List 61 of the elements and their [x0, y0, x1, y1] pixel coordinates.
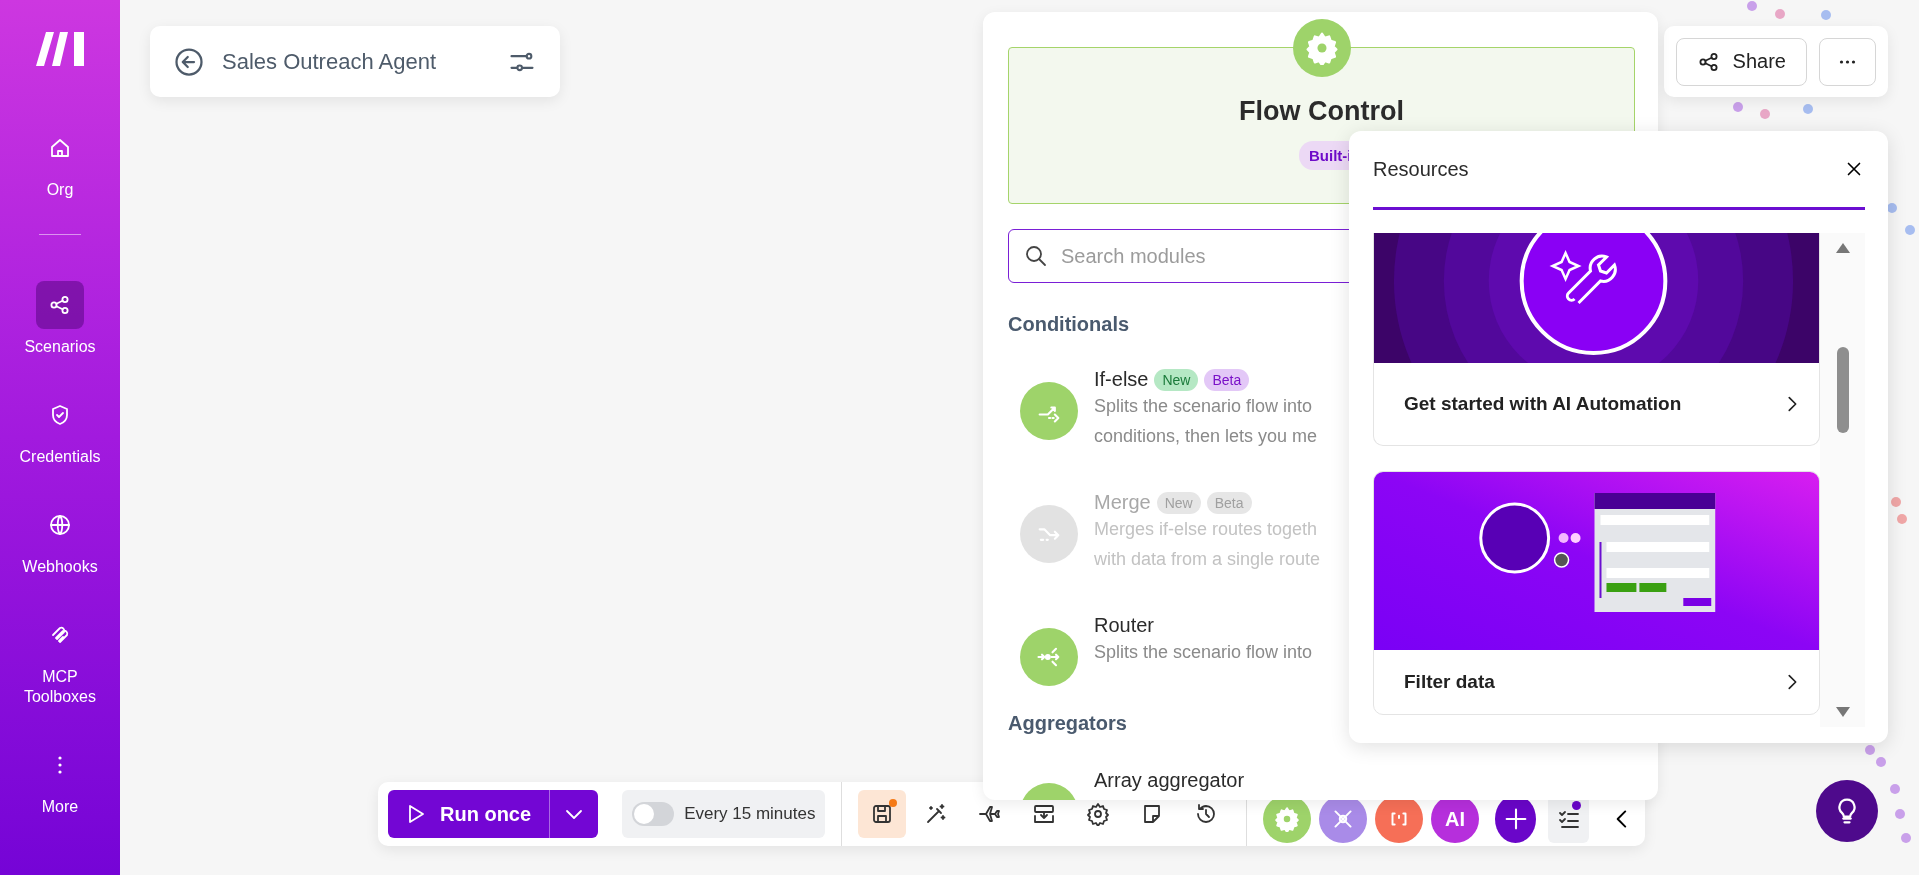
module-name[interactable]: If-else	[1094, 368, 1149, 391]
scroll-down-icon[interactable]	[1835, 707, 1850, 717]
sidebar-item[interactable]: MCP Toolboxes	[5, 611, 115, 707]
section-heading: Aggregators	[1008, 712, 1128, 735]
sidebar-item[interactable]: Webhooks	[5, 501, 115, 577]
module-description: Merges if-else routes togeth with data from a single route	[1094, 518, 1321, 571]
gear-icon	[1274, 806, 1301, 832]
connection-dot	[1775, 9, 1785, 19]
module-description: Splits the scenario flow into	[1094, 641, 1313, 664]
connection-dot	[1821, 10, 1831, 20]
notification-dot	[1572, 801, 1581, 810]
tag-badge: New	[1156, 491, 1201, 514]
settings-icon	[1086, 802, 1111, 826]
scrollbar-thumb[interactable]	[1836, 347, 1849, 433]
scenario-title: Sales Outreach Agent	[222, 48, 438, 75]
connection-dot	[1890, 784, 1900, 794]
card-title: Filter data	[1404, 671, 1495, 693]
resource-card[interactable]: Get started with AI Automation	[1373, 233, 1820, 446]
schedule-toggle[interactable]	[632, 802, 675, 826]
back-button[interactable]	[174, 46, 204, 77]
connection-dot	[1891, 497, 1901, 507]
connection-dot	[1876, 757, 1886, 767]
tag-badge: New	[1154, 368, 1199, 391]
connection-dot	[1897, 514, 1907, 524]
tag-badge: Beta	[1206, 491, 1252, 514]
logo-icon[interactable]	[36, 32, 84, 66]
search-icon	[1024, 244, 1048, 268]
connection-dot	[1803, 104, 1813, 114]
module-name[interactable]: Array aggregator	[1094, 769, 1245, 792]
card-title: Get started with AI Automation	[1404, 393, 1682, 415]
connection-dot	[1901, 833, 1911, 843]
resource-card[interactable]: Filter data	[1373, 471, 1820, 715]
panel-title: Resources	[1373, 157, 1469, 181]
sidebar-item[interactable]: Credentials	[5, 391, 115, 467]
sidebar-item[interactable]: Org	[5, 124, 115, 200]
connection-dot	[1905, 225, 1915, 235]
more-icon	[1838, 59, 1856, 64]
gear-icon	[1304, 31, 1339, 65]
scrollbar[interactable]	[1820, 233, 1865, 727]
more-icon	[58, 756, 62, 774]
module-name[interactable]: Router	[1094, 614, 1155, 637]
connection-dot	[1895, 809, 1905, 819]
section-heading: Conditionals	[1008, 313, 1131, 336]
tag-badge: Beta	[1204, 368, 1250, 391]
connection-dot	[1887, 203, 1897, 213]
globe-icon	[48, 513, 72, 537]
share-button[interactable]: Share	[1676, 37, 1807, 86]
connection-dot	[1747, 1, 1757, 11]
sidebar-item[interactable]: Scenarios	[5, 281, 115, 357]
toolbar-button[interactable]	[858, 790, 907, 838]
module-description: Splits the scenario flow into conditions, then lets you me	[1094, 395, 1318, 448]
unsaved-dot	[889, 799, 898, 807]
connection-dot	[1760, 109, 1770, 119]
connection-dot	[1733, 102, 1743, 112]
home-icon	[48, 136, 72, 160]
module-title: Flow Control	[1239, 96, 1404, 127]
import-icon	[1032, 802, 1057, 826]
sidebar-item[interactable]: More	[5, 741, 115, 817]
schedule-label: Every 15 minutes	[684, 804, 816, 824]
connection-dot	[1865, 745, 1875, 755]
scroll-up-icon[interactable]	[1835, 243, 1850, 253]
